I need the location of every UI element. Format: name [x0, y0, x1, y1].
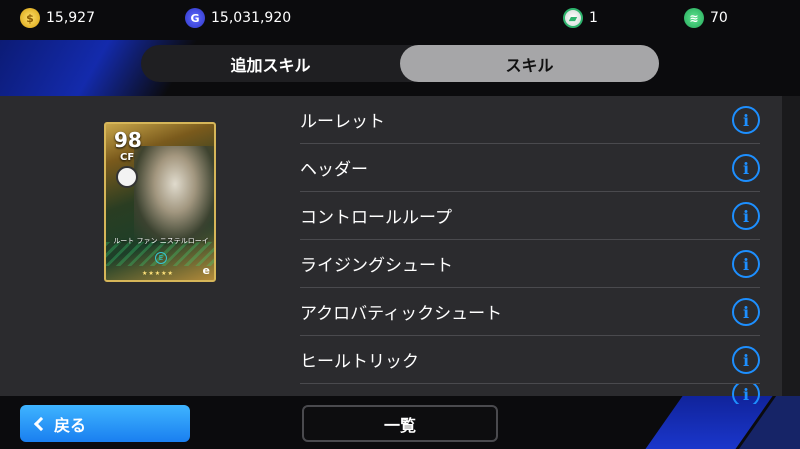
ticket-icon: ▰	[563, 8, 583, 28]
skills-list: ルーレット i ヘッダー i コントロールループ i ライジングシュート i ア…	[300, 96, 760, 404]
list-item: アクロバティックシュート i	[300, 288, 760, 336]
skill-tabs: 追加スキル スキル	[141, 45, 659, 82]
info-icon[interactable]: i	[732, 154, 760, 182]
efootball-logo-icon: e	[202, 264, 210, 277]
skill-name: ヒールトリック	[300, 352, 419, 372]
coin-value: 15,031,920	[211, 10, 292, 26]
gp-balance: $ 15,927	[20, 8, 95, 28]
gp-coin-icon: $	[20, 8, 40, 28]
list-item: ルーレット i	[300, 96, 760, 144]
info-icon[interactable]: i	[732, 250, 760, 278]
coin-balance: G 15,031,920	[185, 8, 291, 28]
info-icon[interactable]: i	[732, 202, 760, 230]
player-rating: 98	[114, 128, 142, 152]
skill-name: ルーレット	[300, 112, 385, 132]
chevron-left-icon	[33, 416, 49, 431]
info-icon[interactable]: i	[732, 346, 760, 374]
back-button[interactable]: 戻る	[20, 405, 190, 442]
info-icon[interactable]: i	[732, 106, 760, 134]
card-type-icon: E	[155, 252, 167, 264]
info-icon[interactable]: i	[732, 384, 760, 404]
player-photo	[134, 146, 214, 241]
gp-value: 15,927	[46, 10, 95, 26]
stamina-balance: ≋ 70	[684, 8, 728, 28]
skill-name: コントロールループ	[300, 208, 452, 228]
info-icon[interactable]: i	[732, 298, 760, 326]
scrollbar[interactable]	[782, 96, 800, 396]
player-name: ルート ファン ニステルローイ	[113, 237, 209, 245]
club-badge-icon	[116, 166, 138, 188]
list-item: ライジングシュート i	[300, 240, 760, 288]
card-stars: ★★★★★	[142, 270, 174, 277]
ticket-value: 1	[589, 10, 598, 26]
list-item: ヒールトリック i	[300, 336, 760, 384]
player-card: 98 CF ルート ファン ニステルローイ E ★★★★★ e	[104, 122, 216, 282]
back-button-label: 戻る	[54, 415, 87, 435]
stamina-icon: ≋	[684, 8, 704, 28]
skill-name: ライジングシュート	[300, 256, 453, 276]
list-item: コントロールループ i	[300, 192, 760, 240]
efootball-coin-icon: G	[185, 8, 205, 28]
ticket-balance: ▰ 1	[563, 8, 598, 28]
skill-name: ヘッダー	[300, 160, 368, 180]
currency-bar: $ 15,927 G 15,031,920 ▰ 1 ≋ 70	[0, 0, 800, 36]
player-position: CF	[120, 152, 135, 163]
tab-skills[interactable]: スキル	[400, 45, 659, 82]
tab-additional-skills[interactable]: 追加スキル	[141, 45, 400, 82]
stamina-value: 70	[710, 10, 728, 26]
list-item: ヘッダー i	[300, 144, 760, 192]
list-item-partial: i	[300, 384, 760, 404]
list-button[interactable]: 一覧	[302, 405, 498, 442]
skill-name: アクロバティックシュート	[300, 304, 503, 324]
